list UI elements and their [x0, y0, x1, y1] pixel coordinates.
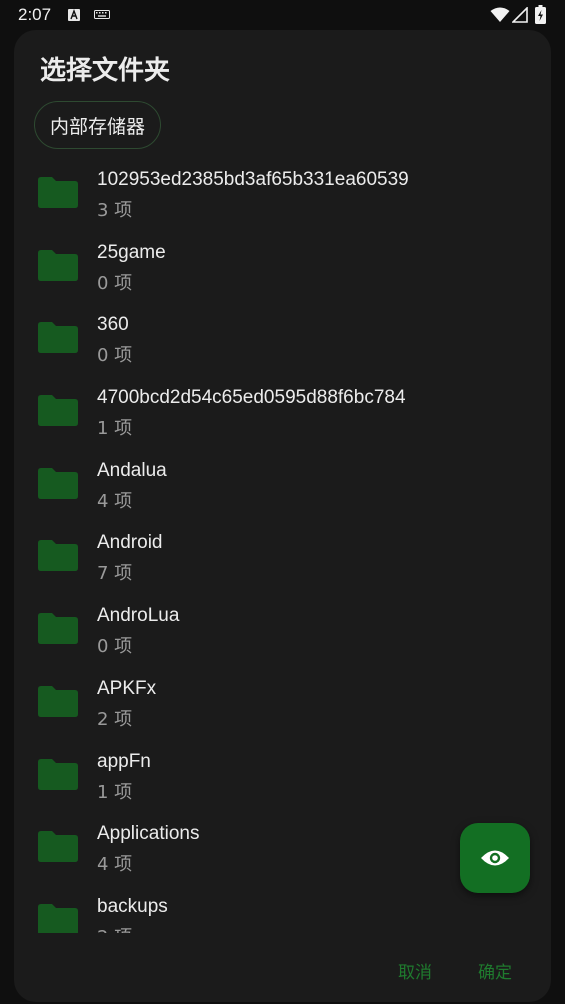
cancel-button[interactable]: 取消: [398, 958, 432, 983]
folder-icon: [38, 613, 78, 645]
folder-name: 25game: [97, 241, 166, 263]
folder-item-count: 4 项: [97, 854, 133, 876]
folder-item-count: 2 项: [97, 923, 132, 933]
battery-icon: [535, 5, 546, 24]
confirm-button[interactable]: 确定: [478, 958, 512, 983]
folder-icon: [38, 831, 78, 863]
folder-name: Andalua: [97, 459, 167, 481]
folder-row[interactable]: 25game 0 项: [14, 233, 551, 306]
folder-item-count: 2 项: [97, 708, 133, 730]
folder-row[interactable]: backups 2 项: [14, 887, 551, 933]
folder-item-count: 4 项: [97, 490, 133, 512]
signal-icon: [512, 7, 528, 23]
folder-icon: [38, 903, 78, 933]
folder-name: APKFx: [97, 677, 157, 699]
folder-name: appFn: [97, 750, 151, 772]
dialog-title: 选择文件夹: [40, 56, 171, 86]
folder-row[interactable]: 360 0 项: [14, 305, 551, 378]
folder-item-count: 0 项: [97, 636, 133, 658]
folder-row[interactable]: Android 7 项: [14, 523, 551, 596]
folder-icon: [38, 177, 78, 208]
eye-icon: [481, 850, 509, 866]
folder-name: backups: [97, 895, 168, 917]
folder-item-count: 1 项: [97, 781, 133, 803]
folder-item-count: 0 项: [97, 272, 133, 294]
folder-row[interactable]: APKFx 2 项: [14, 669, 551, 742]
wifi-icon: [490, 7, 510, 22]
preview-fab[interactable]: [460, 823, 530, 893]
folder-name: 360: [97, 314, 129, 336]
text-a-icon: [68, 9, 80, 21]
folder-icon: [38, 249, 78, 281]
folder-row[interactable]: Andalua 4 项: [14, 451, 551, 524]
folder-item-count: 1 项: [97, 418, 133, 440]
folder-item-count: 0 项: [97, 345, 133, 367]
folder-icon: [38, 685, 78, 717]
folder-name: Applications: [97, 823, 200, 845]
folder-row[interactable]: appFn 1 项: [14, 742, 551, 815]
folder-name: AndroLua: [97, 605, 180, 627]
folder-item-count: 7 项: [97, 563, 133, 585]
storage-chip[interactable]: 内部存储器: [34, 101, 162, 149]
folder-icon: [38, 467, 78, 499]
folder-row[interactable]: 102953ed2385bd3af65b331ea60539 3 项: [14, 160, 551, 233]
folder-name: 4700bcd2d54c65ed0595d88f6bc784: [97, 387, 406, 409]
folder-name: 102953ed2385bd3af65b331ea60539: [97, 169, 409, 190]
folder-icon: [38, 758, 78, 790]
folder-name: Android: [97, 532, 163, 554]
folder-icon: [38, 322, 78, 354]
folder-icon: [38, 395, 78, 427]
status-time: 2:07: [18, 5, 52, 24]
folder-row[interactable]: 4700bcd2d54c65ed0595d88f6bc784 1 项: [14, 378, 551, 451]
folder-item-count: 3 项: [97, 200, 133, 221]
folder-row[interactable]: AndroLua 0 项: [14, 596, 551, 669]
keyboard-icon: [94, 10, 110, 19]
dialog-actions: 取消 确定: [14, 950, 551, 990]
status-bar: 2:07: [0, 0, 565, 30]
folder-icon: [38, 540, 78, 572]
folder-list[interactable]: 102953ed2385bd3af65b331ea60539 3 项 25game 0…: [14, 160, 551, 933]
folder-picker-dialog: 选择文件夹 内部存储器 102953ed2385bd3af65b331ea605…: [14, 30, 551, 1002]
